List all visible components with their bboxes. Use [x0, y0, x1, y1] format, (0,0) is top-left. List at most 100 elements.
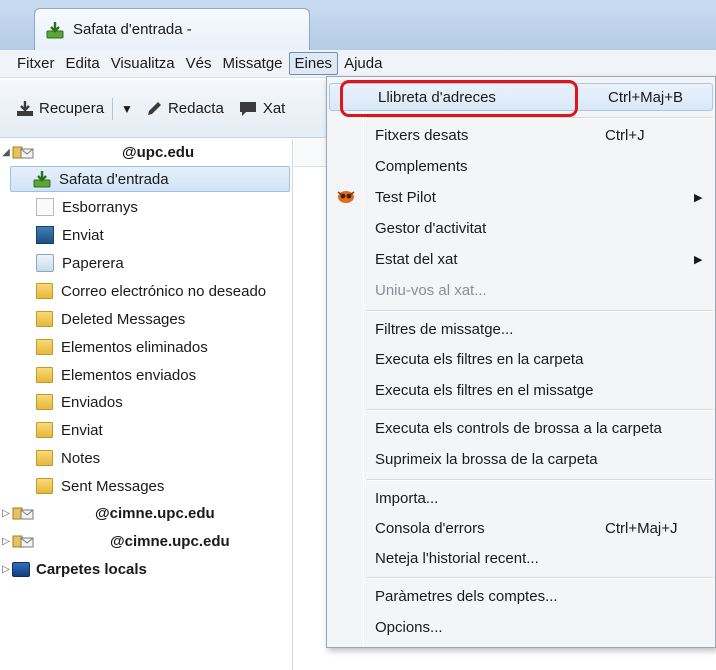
- menu-item-saved-files[interactable]: Fitxers desats Ctrl+J: [327, 121, 715, 149]
- chat-button[interactable]: Xat: [238, 100, 286, 118]
- folder-label: Notes: [61, 449, 101, 467]
- folder-icon: [36, 367, 53, 383]
- mail-account-icon: [12, 505, 34, 521]
- sent-folder-icon: [36, 226, 54, 244]
- menu-message[interactable]: Missatge: [218, 53, 288, 74]
- menu-item-run-junk-controls[interactable]: Executa els controls de brossa a la carp…: [327, 414, 715, 442]
- chat-bubble-icon: [239, 101, 256, 116]
- computer-icon: [12, 561, 30, 577]
- pencil-icon: [147, 101, 161, 115]
- clear-history-label: Neteja l'historial recent...: [375, 549, 539, 567]
- collapsed-arrow-icon[interactable]: ▷: [0, 508, 12, 519]
- folder-icon: [36, 311, 53, 327]
- menu-item-join-chat: Uniu-vos al xat...: [327, 276, 715, 304]
- menu-view[interactable]: Visualitza: [106, 53, 180, 74]
- highlight-annotation-box: [340, 80, 578, 117]
- menu-item-clear-history[interactable]: Neteja l'historial recent...: [327, 544, 715, 572]
- collapsed-arrow-icon[interactable]: ▷: [0, 564, 12, 575]
- addons-label: Complements: [375, 157, 468, 175]
- get-messages-dropdown-icon[interactable]: ▼: [121, 102, 133, 116]
- write-label: Redacta: [167, 100, 224, 117]
- trash-icon: [36, 254, 54, 272]
- get-messages-button[interactable]: Recupera: [16, 100, 104, 118]
- collapsed-arrow-icon[interactable]: ▷: [0, 536, 12, 547]
- import-label: Importa...: [375, 489, 439, 507]
- folder-notes[interactable]: Notes: [0, 445, 292, 471]
- options-label: Opcions...: [375, 618, 443, 636]
- inbox-icon: [33, 170, 51, 188]
- menu-file[interactable]: Fitxer: [12, 53, 60, 74]
- folder-label: Elementos enviados: [61, 366, 197, 384]
- chat-label: Xat: [262, 100, 286, 117]
- run-junk-controls-label: Executa els controls de brossa a la carp…: [375, 419, 662, 437]
- folder-inbox[interactable]: Safata d'entrada: [10, 166, 290, 192]
- menu-go[interactable]: Vés: [181, 53, 217, 74]
- menu-view-label: Visualitza: [110, 55, 175, 72]
- folder-elementos-enviados[interactable]: Elementos enviados: [0, 362, 292, 388]
- mail-account-icon: [12, 144, 34, 160]
- folder-label: Deleted Messages: [61, 310, 186, 328]
- menu-item-test-pilot[interactable]: Test Pilot ▶: [327, 183, 715, 211]
- folder-label: Correo electrónico no deseado: [61, 282, 267, 300]
- folder-trash[interactable]: Paperera: [0, 250, 292, 276]
- account-row[interactable]: ◢ @upc.edu: [0, 139, 292, 165]
- menu-help[interactable]: Ajuda: [339, 53, 387, 74]
- local-folders-row[interactable]: ▷ Carpetes locals: [0, 556, 292, 582]
- folder-icon: [36, 339, 53, 355]
- menu-item-delete-junk[interactable]: Suprimeix la brossa de la carpeta: [327, 445, 715, 473]
- menu-item-account-settings[interactable]: Paràmetres dels comptes...: [327, 582, 715, 610]
- folder-sent[interactable]: Enviat: [0, 222, 292, 248]
- join-chat-label: Uniu-vos al xat...: [375, 281, 487, 299]
- delete-junk-label: Suprimeix la brossa de la carpeta: [375, 450, 598, 468]
- test-pilot-label: Test Pilot: [375, 188, 436, 206]
- menu-item-chat-status[interactable]: Estat del xat ▶: [327, 245, 715, 273]
- menu-item-options[interactable]: Opcions...: [327, 613, 715, 641]
- mail-account-icon: [12, 533, 34, 549]
- folder-label: Sent Messages: [61, 477, 165, 495]
- account-row[interactable]: ▷ @cimne.upc.edu: [0, 528, 292, 554]
- write-button[interactable]: Redacta: [145, 100, 224, 118]
- folder-elementos-eliminados[interactable]: Elementos eliminados: [0, 334, 292, 360]
- menu-item-addons[interactable]: Complements: [327, 152, 715, 180]
- test-pilot-icon: [337, 191, 355, 203]
- menu-edit-label: Edita: [65, 55, 100, 72]
- menu-item-error-console[interactable]: Consola d'errors Ctrl+Maj+J: [327, 514, 715, 542]
- menu-tools[interactable]: Eines: [288, 52, 339, 75]
- menu-item-import[interactable]: Importa...: [327, 484, 715, 512]
- folder-pane: ◢ @upc.edu Safata d'entrada Esborranys E…: [0, 139, 293, 670]
- folder-enviat-2[interactable]: Enviat: [0, 417, 292, 443]
- get-messages-label: Recupera: [39, 100, 105, 117]
- activity-manager-label: Gestor d'activitat: [375, 219, 487, 237]
- menu-item-run-filters-folder[interactable]: Executa els filtres en la carpeta: [327, 345, 715, 373]
- folder-enviados[interactable]: Enviados: [0, 389, 292, 415]
- folder-deleted-messages[interactable]: Deleted Messages: [0, 306, 292, 332]
- folder-label: Enviat: [61, 421, 103, 439]
- folder-junk-es[interactable]: Correo electrónico no deseado: [0, 278, 292, 304]
- address-book-shortcut: Ctrl+Maj+B: [608, 88, 684, 106]
- download-icon: [17, 100, 33, 116]
- menu-item-run-filters-message[interactable]: Executa els filtres en el missatge: [327, 376, 715, 404]
- draft-document-icon: [36, 198, 54, 216]
- menu-item-activity-manager[interactable]: Gestor d'activitat: [327, 214, 715, 242]
- menu-edit[interactable]: Edita: [61, 53, 105, 74]
- account-row[interactable]: ▷ @cimne.upc.edu: [0, 500, 292, 526]
- account-settings-label: Paràmetres dels comptes...: [375, 587, 558, 605]
- local-folders-label: Carpetes locals: [36, 560, 147, 578]
- menu-item-message-filters[interactable]: Filtres de missatge...: [327, 315, 715, 343]
- folder-sent-messages[interactable]: Sent Messages: [0, 473, 292, 499]
- folder-label: Safata d'entrada: [59, 170, 169, 188]
- chat-status-label: Estat del xat: [375, 250, 458, 268]
- folder-drafts[interactable]: Esborranys: [0, 194, 292, 220]
- tab-inbox[interactable]: Safata d'entrada -: [34, 8, 310, 50]
- folder-icon: [36, 450, 53, 466]
- tools-menu: Llibreta d'adreces Ctrl+Maj+B Fitxers de…: [326, 76, 716, 648]
- account-name: @cimne.upc.edu: [95, 504, 215, 522]
- toolbar-separator: [112, 97, 114, 120]
- saved-files-shortcut: Ctrl+J: [605, 126, 645, 144]
- menu-bar: Fitxer Edita Visualitza Vés Missatge Ein…: [0, 50, 716, 78]
- menu-separator: [367, 577, 713, 579]
- expanded-arrow-icon[interactable]: ◢: [0, 147, 12, 158]
- run-filters-message-label: Executa els filtres en el missatge: [375, 381, 594, 399]
- submenu-arrow-icon: ▶: [694, 191, 703, 204]
- folder-icon: [36, 283, 53, 299]
